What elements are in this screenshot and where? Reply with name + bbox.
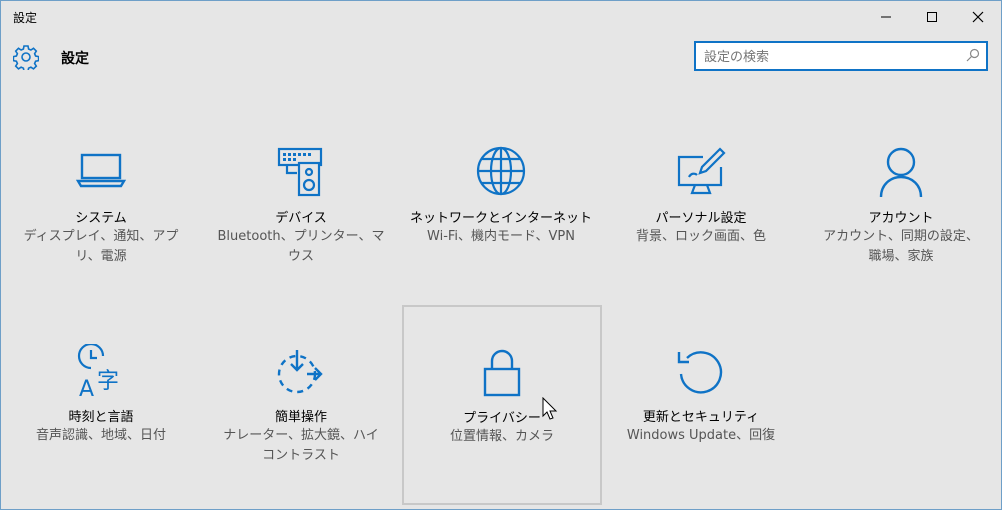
tile-title: ネットワークとインターネット: [409, 211, 592, 226]
lock-icon: [483, 349, 521, 397]
svg-text:A: A: [79, 377, 94, 400]
tile-ease-of-access[interactable]: 簡単操作 ナレーター、拡大鏡、ハイコントラスト: [201, 306, 401, 506]
tile-title: 更新とセキュリティ: [642, 410, 760, 425]
tile-accounts[interactable]: アカウント アカウント、同期の設定、職場、家族: [801, 107, 1001, 307]
tile-description: 背景、ロック画面、色: [635, 229, 766, 244]
tile-title: 時刻と言語: [68, 410, 134, 425]
tile-privacy[interactable]: プライバシー 位置情報、カメラ: [402, 305, 602, 505]
search-box[interactable]: [694, 41, 988, 71]
person-icon: [879, 147, 923, 198]
tile-system[interactable]: システム ディスプレイ、通知、アプリ、電源: [1, 107, 201, 307]
search-icon[interactable]: [966, 48, 980, 62]
tile-time-language[interactable]: A 字 時刻と言語 音声認識、地域、日付: [1, 306, 201, 506]
tile-network[interactable]: ネットワークとインターネット Wi-Fi、機内モード、VPN: [401, 107, 601, 307]
globe-icon: [476, 146, 526, 196]
window-title: 設定: [13, 11, 38, 25]
close-icon: [972, 11, 984, 23]
minimize-button[interactable]: [863, 1, 909, 33]
tile-title: システム: [75, 211, 127, 226]
tile-description: Wi-Fi、機内モード、VPN: [427, 229, 575, 244]
tile-personalization[interactable]: パーソナル設定 背景、ロック画面、色: [601, 107, 801, 307]
svg-text:字: 字: [97, 369, 119, 394]
tile-title: デバイス: [275, 211, 327, 226]
tile-description: 位置情報、カメラ: [449, 429, 554, 444]
settings-window: 設定 設定 設定の検索 システム ディスプレイ、通知、アプリ、電源 デバイス B…: [0, 0, 1002, 510]
page-title: 設定: [61, 51, 89, 67]
tile-devices[interactable]: デバイス Bluetooth、プリンター、マウス: [201, 107, 401, 307]
refresh-icon: [677, 351, 723, 394]
tile-update-security[interactable]: 更新とセキュリティ Windows Update、回復: [601, 306, 801, 506]
clock-language-icon: A 字: [77, 344, 119, 400]
tile-title: パーソナル設定: [655, 211, 747, 226]
title-bar[interactable]: 設定: [1, 1, 1001, 33]
mouse-cursor-icon: [542, 397, 558, 420]
minimize-icon: [881, 16, 891, 18]
ease-of-access-icon: [277, 350, 323, 394]
tile-title: プライバシー: [463, 411, 541, 426]
tile-title: 簡単操作: [274, 410, 327, 425]
maximize-button[interactable]: [909, 1, 955, 33]
search-input[interactable]: [704, 47, 954, 67]
tile-description: Bluetooth、プリンター、マウス: [217, 229, 385, 264]
tile-description: Windows Update、回復: [626, 428, 776, 443]
maximize-icon: [927, 12, 937, 22]
devices-icon: [277, 147, 323, 197]
tile-description: ディスプレイ、通知、アプリ、電源: [23, 229, 179, 264]
tile-description: 音声認識、地域、日付: [35, 428, 166, 443]
paint-monitor-icon: [677, 147, 726, 195]
tile-description: ナレーター、拡大鏡、ハイコントラスト: [223, 428, 379, 463]
tile-title: アカウント: [868, 211, 934, 226]
tile-description: アカウント、同期の設定、職場、家族: [823, 229, 979, 264]
close-button[interactable]: [955, 1, 1001, 33]
laptop-icon: [75, 153, 127, 188]
gear-icon: [13, 45, 39, 70]
